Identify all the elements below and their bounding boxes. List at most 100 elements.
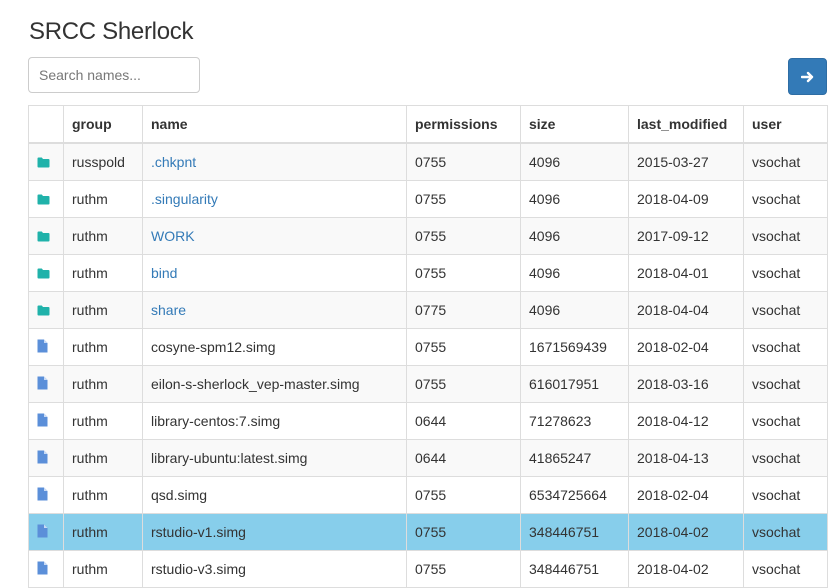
file-name: library-centos:7.simg bbox=[151, 413, 281, 429]
folder-icon bbox=[37, 229, 50, 245]
type-icon-cell bbox=[28, 439, 64, 477]
column-header-last-modified[interactable]: last_modified bbox=[628, 105, 744, 144]
table-row[interactable]: ruthm eilon-s-sherlock_vep-master.simg 075… bbox=[28, 365, 828, 403]
type-icon-cell bbox=[28, 365, 64, 403]
table-row[interactable]: ruthm rstudio-v1.simg 0755 348446751 2018-04… bbox=[28, 513, 828, 551]
table-row[interactable]: ruthm rstudio-v3.simg 0755 348446751 2018-04… bbox=[28, 550, 828, 588]
name-cell: cosyne-spm12.simg bbox=[142, 328, 407, 366]
user-cell: vsochat bbox=[743, 180, 828, 218]
column-header-permissions[interactable]: permissions bbox=[406, 105, 521, 144]
folder-icon bbox=[37, 303, 50, 319]
table-row[interactable]: ruthm .singularity 0755 4096 2018-04-09 vsoch… bbox=[28, 180, 828, 218]
permissions-cell: 0755 bbox=[406, 254, 521, 292]
file-name: rstudio-v1.simg bbox=[151, 524, 246, 540]
last-modified-cell: 2017-09-12 bbox=[628, 217, 744, 255]
folder-link[interactable]: bind bbox=[151, 265, 177, 281]
group-cell: ruthm bbox=[63, 550, 143, 588]
last-modified-cell: 2018-04-09 bbox=[628, 180, 744, 218]
permissions-cell: 0644 bbox=[406, 402, 521, 440]
name-cell[interactable]: WORK bbox=[142, 217, 407, 255]
user-cell: vsochat bbox=[743, 328, 828, 366]
table-row[interactable]: ruthm cosyne-spm12.simg 0755 1671569439 2018… bbox=[28, 328, 828, 366]
user-cell: vsochat bbox=[743, 476, 828, 514]
last-modified-cell: 2018-04-13 bbox=[628, 439, 744, 477]
table-row[interactable]: ruthm qsd.simg 0755 6534725664 2018-02-04 vso… bbox=[28, 476, 828, 514]
column-header-user[interactable]: user bbox=[743, 105, 828, 144]
last-modified-cell: 2018-04-01 bbox=[628, 254, 744, 292]
file-icon bbox=[37, 487, 48, 504]
last-modified-cell: 2018-04-02 bbox=[628, 550, 744, 588]
file-icon bbox=[37, 450, 48, 467]
last-modified-cell: 2018-02-04 bbox=[628, 476, 744, 514]
file-icon bbox=[37, 339, 48, 356]
folder-icon bbox=[37, 155, 50, 171]
folder-link[interactable]: .chkpnt bbox=[151, 154, 196, 170]
name-cell[interactable]: .chkpnt bbox=[142, 142, 407, 181]
group-cell: ruthm bbox=[63, 180, 143, 218]
file-icon bbox=[37, 524, 48, 541]
size-cell: 71278623 bbox=[520, 402, 629, 440]
type-icon-cell bbox=[28, 291, 64, 329]
size-cell: 4096 bbox=[520, 291, 629, 329]
name-cell: eilon-s-sherlock_vep-master.simg bbox=[142, 365, 407, 403]
size-cell: 4096 bbox=[520, 142, 629, 181]
permissions-cell: 0755 bbox=[406, 365, 521, 403]
size-cell: 41865247 bbox=[520, 439, 629, 477]
permissions-cell: 0755 bbox=[406, 550, 521, 588]
last-modified-cell: 2018-03-16 bbox=[628, 365, 744, 403]
column-header-size[interactable]: size bbox=[520, 105, 629, 144]
group-cell: ruthm bbox=[63, 217, 143, 255]
user-cell: vsochat bbox=[743, 365, 828, 403]
name-cell[interactable]: share bbox=[142, 291, 407, 329]
permissions-cell: 0755 bbox=[406, 217, 521, 255]
type-icon-cell bbox=[28, 476, 64, 514]
column-header-group[interactable]: group bbox=[63, 105, 143, 144]
type-icon-cell bbox=[28, 217, 64, 255]
permissions-cell: 0644 bbox=[406, 439, 521, 477]
group-cell: ruthm bbox=[63, 439, 143, 477]
group-cell: russpold bbox=[63, 142, 143, 181]
user-cell: vsochat bbox=[743, 254, 828, 292]
type-icon-cell bbox=[28, 254, 64, 292]
name-cell: rstudio-v3.simg bbox=[142, 550, 407, 588]
name-cell[interactable]: .singularity bbox=[142, 180, 407, 218]
name-cell: library-ubuntu:latest.simg bbox=[142, 439, 407, 477]
type-icon-cell bbox=[28, 142, 64, 181]
last-modified-cell: 2018-04-02 bbox=[628, 513, 744, 551]
name-cell[interactable]: bind bbox=[142, 254, 407, 292]
user-cell: vsochat bbox=[743, 550, 828, 588]
name-cell: qsd.simg bbox=[142, 476, 407, 514]
last-modified-cell: 2018-04-12 bbox=[628, 402, 744, 440]
column-header-name[interactable]: name bbox=[142, 105, 407, 144]
table-header-row: group name permissions size last_modifie… bbox=[28, 105, 828, 144]
table-row[interactable]: ruthm share 0775 4096 2018-04-04 vsochat bbox=[28, 291, 828, 329]
permissions-cell: 0755 bbox=[406, 476, 521, 514]
group-cell: ruthm bbox=[63, 513, 143, 551]
user-cell: vsochat bbox=[743, 217, 828, 255]
file-icon bbox=[37, 413, 48, 430]
folder-link[interactable]: WORK bbox=[151, 228, 195, 244]
go-button[interactable] bbox=[788, 58, 827, 95]
last-modified-cell: 2018-02-04 bbox=[628, 328, 744, 366]
permissions-cell: 0755 bbox=[406, 180, 521, 218]
table-row[interactable]: ruthm WORK 0755 4096 2017-09-12 vsochat bbox=[28, 217, 828, 255]
user-cell: vsochat bbox=[743, 291, 828, 329]
folder-link[interactable]: .singularity bbox=[151, 191, 218, 207]
table-row[interactable]: russpold .chkpnt 0755 4096 2015-03-27 vsochat bbox=[28, 142, 828, 181]
user-cell: vsochat bbox=[743, 513, 828, 551]
table-row[interactable]: ruthm library-centos:7.simg 0644 71278623 20… bbox=[28, 402, 828, 440]
file-name: library-ubuntu:latest.simg bbox=[151, 450, 308, 466]
name-cell: rstudio-v1.simg bbox=[142, 513, 407, 551]
file-name: eilon-s-sherlock_vep-master.simg bbox=[151, 376, 360, 392]
table-row[interactable]: ruthm library-ubuntu:latest.simg 0644 41865… bbox=[28, 439, 828, 477]
file-name: cosyne-spm12.simg bbox=[151, 339, 276, 355]
group-cell: ruthm bbox=[63, 476, 143, 514]
table-row[interactable]: ruthm bind 0755 4096 2018-04-01 vsochat bbox=[28, 254, 828, 292]
type-icon-cell bbox=[28, 513, 64, 551]
permissions-cell: 0755 bbox=[406, 142, 521, 181]
search-input[interactable] bbox=[28, 57, 200, 93]
last-modified-cell: 2015-03-27 bbox=[628, 142, 744, 181]
size-cell: 4096 bbox=[520, 254, 629, 292]
folder-link[interactable]: share bbox=[151, 302, 186, 318]
size-cell: 348446751 bbox=[520, 550, 629, 588]
